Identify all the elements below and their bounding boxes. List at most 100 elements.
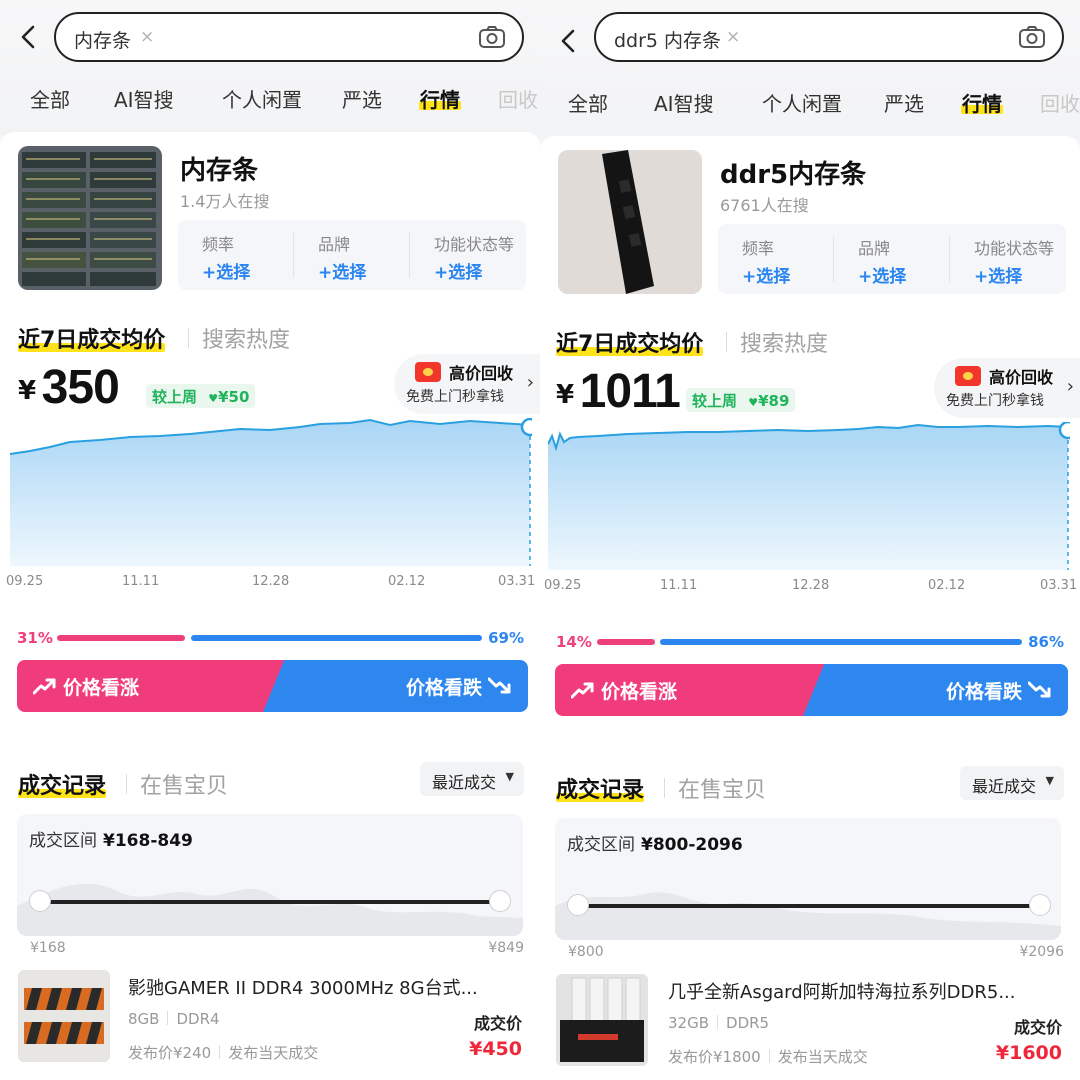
tab-7day-avg-price[interactable]: 近7日成交均价 xyxy=(556,326,704,358)
x-tick: 09.25 xyxy=(544,578,582,593)
product-image[interactable] xyxy=(18,146,162,290)
vote-price-up-button[interactable]: 价格看涨 xyxy=(555,664,825,716)
area-fill xyxy=(10,420,530,566)
filter-frequency[interactable]: 频率 +选择 xyxy=(178,220,294,290)
back-icon[interactable] xyxy=(556,28,582,54)
back-icon[interactable] xyxy=(16,24,42,50)
sort-dropdown[interactable]: 最近成交 ▼ xyxy=(960,766,1064,800)
tab-deal-records[interactable]: 成交记录 xyxy=(18,768,107,800)
price-range-box: 成交区间 ¥800-2096 xyxy=(555,818,1061,940)
range-slider-track[interactable] xyxy=(39,900,499,904)
camera-icon[interactable] xyxy=(478,25,506,49)
item-thumbnail[interactable] xyxy=(18,970,110,1062)
x-tick: 12.28 xyxy=(252,574,290,589)
tab-recycle[interactable]: 回收 xyxy=(498,84,538,113)
item-thumbnail[interactable] xyxy=(556,974,648,1066)
range-min-handle[interactable] xyxy=(29,890,51,912)
tab-on-sale[interactable]: 在售宝贝 xyxy=(678,772,766,804)
current-point xyxy=(520,418,532,437)
range-min-handle[interactable] xyxy=(567,894,589,916)
search-query[interactable]: 内存条 xyxy=(74,26,131,53)
market-card: ddr5内存条 6761人在搜 频率 +选择 品牌 +选择 功能状态等 +选择 … xyxy=(540,136,1080,1080)
vote-price-down-button[interactable]: 价格看跌 xyxy=(263,660,528,712)
deal-price-label: 成交价 xyxy=(1013,1018,1062,1037)
camera-icon[interactable] xyxy=(1018,25,1046,49)
range-min-label: ¥800 xyxy=(568,944,604,960)
x-tick: 02.12 xyxy=(928,578,966,593)
tab-all[interactable]: 全部 xyxy=(30,84,70,113)
filter-condition[interactable]: 功能状态等 +选择 xyxy=(950,224,1066,294)
range-max-label: ¥2096 xyxy=(1019,944,1064,960)
search-box[interactable]: 内存条 × xyxy=(54,12,524,62)
avg-price: ¥ 350 xyxy=(18,361,120,414)
range-max-label: ¥849 xyxy=(488,940,524,956)
x-tick: 09.25 xyxy=(6,574,44,589)
down-arrow-icon: ♥ xyxy=(748,396,759,409)
current-point xyxy=(1058,422,1070,440)
top-bar: ddr5 内存条 × 全部 AI智搜 个人闲置 严选 行情 回收 xyxy=(540,4,1080,139)
sort-dropdown[interactable]: 最近成交 ▼ xyxy=(420,762,524,796)
caret-down-icon: ▼ xyxy=(505,770,514,783)
tab-market[interactable]: 行情 xyxy=(961,88,1003,117)
weekly-delta-badge: 较上周 ♥¥89 xyxy=(686,388,796,412)
filter-frequency[interactable]: 频率 +选择 xyxy=(718,224,834,294)
tab-on-sale[interactable]: 在售宝贝 xyxy=(140,768,228,800)
tab-deal-records[interactable]: 成交记录 xyxy=(556,772,645,804)
tab-curated[interactable]: 严选 xyxy=(342,84,382,113)
down-arrow-icon: ♥ xyxy=(208,392,219,405)
range-max-handle[interactable] xyxy=(489,890,511,912)
tab-ai-search[interactable]: AI智搜 xyxy=(114,84,174,113)
deal-price: ¥450 xyxy=(469,1038,522,1060)
trend-down-icon xyxy=(1028,681,1051,698)
x-tick: 11.11 xyxy=(660,578,698,593)
high-price-recycle-button[interactable]: 高价回收 免费上门秒拿钱 › xyxy=(934,358,1080,418)
tab-personal-idle[interactable]: 个人闲置 xyxy=(762,88,842,117)
search-box[interactable]: ddr5 内存条 × xyxy=(594,12,1064,62)
item-title[interactable]: 几乎全新Asgard阿斯加特海拉系列DDR5... xyxy=(668,978,1064,1004)
tab-market[interactable]: 行情 xyxy=(419,84,461,113)
filter-box: 频率 +选择 品牌 +选择 功能状态等 +选择 xyxy=(178,220,526,290)
top-bar: 内存条 × 全部 AI智搜 个人闲置 严选 行情 回收 xyxy=(0,0,540,135)
vote-price-down-button[interactable]: 价格看跌 xyxy=(803,664,1068,716)
price-trend-chart[interactable] xyxy=(548,422,1070,570)
item-title[interactable]: 影驰GAMER II DDR4 3000MHz 8G台式... xyxy=(128,974,524,1000)
bearish-percent: 86% xyxy=(1028,633,1064,651)
search-query[interactable]: ddr5 内存条 xyxy=(614,26,721,53)
tab-personal-idle[interactable]: 个人闲置 xyxy=(222,84,302,113)
range-slider-track[interactable] xyxy=(577,904,1037,908)
search-count: 6761人在搜 xyxy=(720,196,809,215)
item-tags: 32GB DDR5 xyxy=(668,1014,770,1032)
tab-search-heat[interactable]: 搜索热度 xyxy=(740,326,828,358)
left-panel: 内存条 × 全部 AI智搜 个人闲置 严选 行情 回收 内存条 1.4万人在搜 … xyxy=(0,0,540,1080)
vote-price-up-button[interactable]: 价格看涨 xyxy=(17,660,287,712)
search-count: 1.4万人在搜 xyxy=(180,192,270,211)
tab-ai-search[interactable]: AI智搜 xyxy=(654,88,714,117)
bearish-percent: 69% xyxy=(488,629,524,647)
high-price-recycle-button[interactable]: 高价回收 免费上门秒拿钱 › xyxy=(394,354,540,414)
x-tick: 03.31 xyxy=(1040,578,1078,593)
product-image[interactable] xyxy=(558,150,702,294)
clear-icon[interactable]: × xyxy=(726,27,740,47)
clear-icon[interactable]: × xyxy=(140,27,154,47)
tab-recycle[interactable]: 回收 xyxy=(1040,88,1080,117)
deal-price: ¥1600 xyxy=(995,1042,1062,1064)
tab-search-heat[interactable]: 搜索热度 xyxy=(202,322,290,354)
avg-price: ¥ 1011 xyxy=(556,365,681,418)
category-tabs: 全部 AI智搜 个人闲置 严选 行情 回收 xyxy=(0,84,540,118)
weekly-delta-badge: 较上周 ♥¥50 xyxy=(146,384,256,408)
range-max-handle[interactable] xyxy=(1029,894,1051,916)
filter-brand[interactable]: 品牌 +选择 xyxy=(834,224,950,294)
tab-all[interactable]: 全部 xyxy=(568,88,608,117)
product-title: 内存条 xyxy=(180,156,259,186)
bullish-bar xyxy=(57,635,185,641)
tab-7day-avg-price[interactable]: 近7日成交均价 xyxy=(18,322,166,354)
bullish-percent: 14% xyxy=(556,633,592,651)
product-title: ddr5内存条 xyxy=(720,160,867,190)
tab-curated[interactable]: 严选 xyxy=(884,88,924,117)
range-min-label: ¥168 xyxy=(30,940,66,956)
price-trend-chart[interactable] xyxy=(10,418,532,566)
filter-brand[interactable]: 品牌 +选择 xyxy=(294,220,410,290)
x-tick: 11.11 xyxy=(122,574,160,589)
filter-condition[interactable]: 功能状态等 +选择 xyxy=(410,220,526,290)
trend-down-icon xyxy=(488,677,511,694)
